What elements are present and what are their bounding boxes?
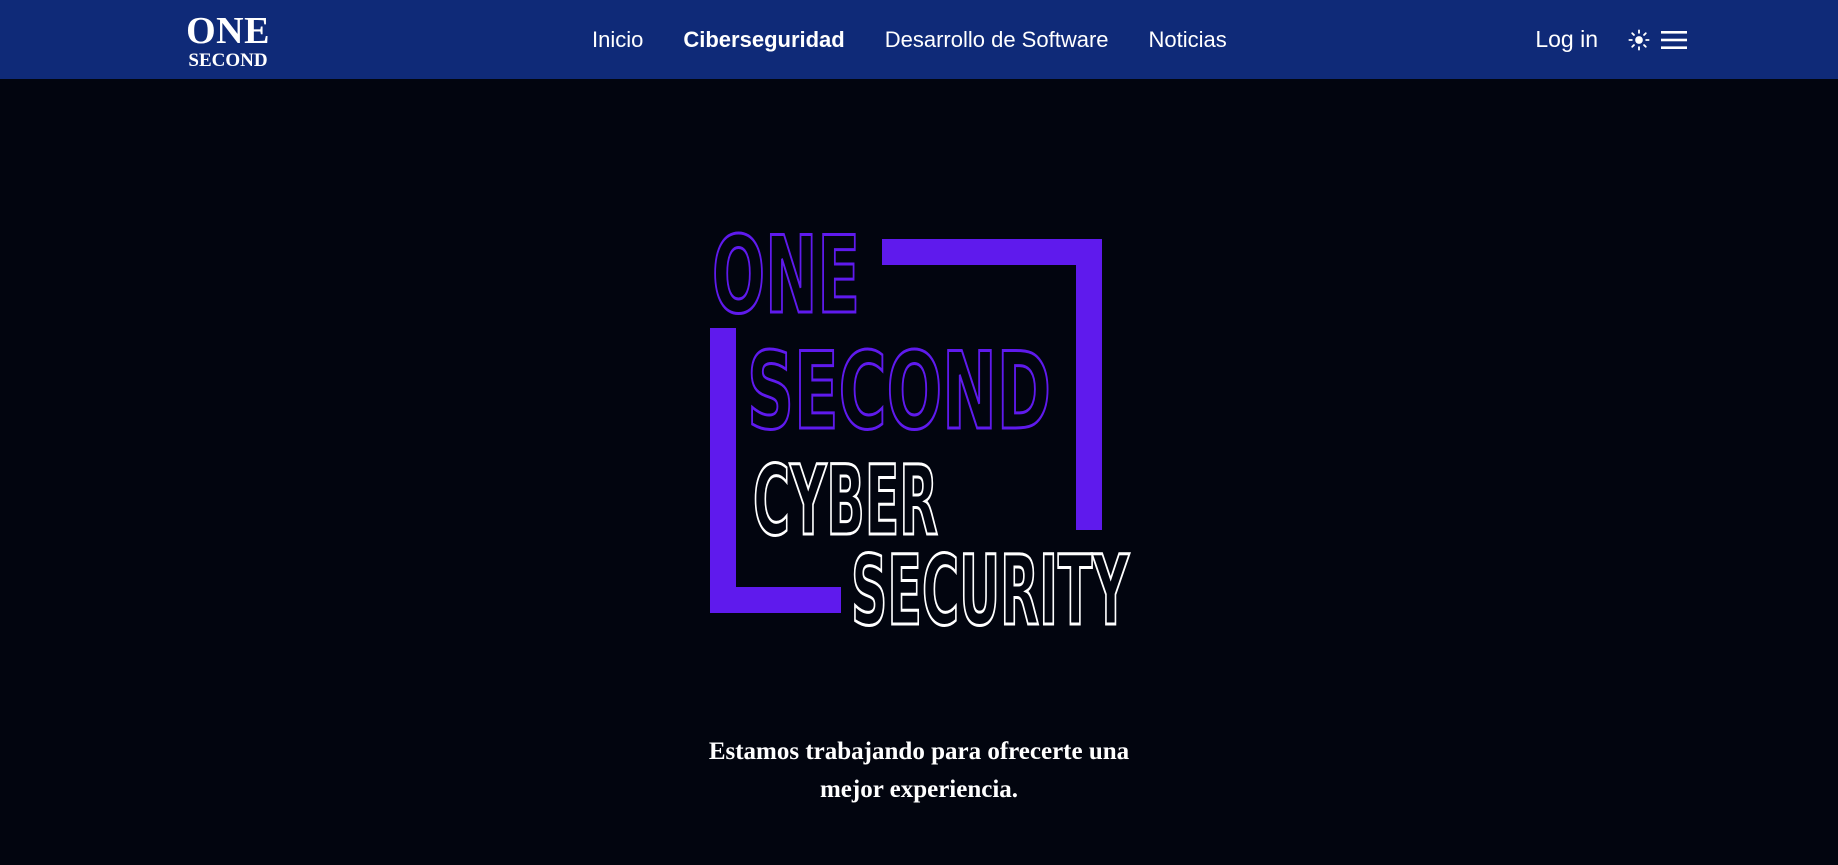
theme-toggle-button[interactable] (1628, 28, 1650, 51)
main-nav: Inicio Ciberseguridad Desarrollo de Soft… (592, 0, 1267, 79)
hero-message-line1: Estamos trabajando para ofrecerte una (708, 738, 1130, 765)
cyber-security-logo-graphic: ONE SECOND CYBER SECURITY (710, 213, 1131, 640)
cyber-security-logo: ONE SECOND CYBER SECURITY (700, 200, 1140, 640)
nav-actions: Log in (1535, 0, 1688, 79)
login-link[interactable]: Log in (1535, 26, 1598, 53)
nav-link-noticias[interactable]: Noticias (1149, 27, 1227, 53)
brand-logo[interactable]: ONE SECOND (180, 12, 276, 70)
nav-link-ciberseguridad[interactable]: Ciberseguridad (683, 27, 844, 53)
sun-icon (1628, 28, 1650, 51)
top-navbar: ONE SECOND Inicio Ciberseguridad Desarro… (0, 0, 1838, 79)
nav-link-desarrollo-de-software[interactable]: Desarrollo de Software (885, 27, 1109, 53)
nav-link-inicio[interactable]: Inicio (592, 27, 643, 53)
hero-message-line2: mejor experiencia. (819, 776, 1019, 803)
logo-text-second: SECOND (747, 330, 1051, 453)
brand-logo-line2: SECOND (188, 50, 268, 71)
hamburger-menu-icon (1661, 30, 1687, 49)
menu-button[interactable] (1660, 29, 1688, 51)
brand-logo-line1: ONE (186, 10, 270, 52)
logo-text-security: SECURITY (851, 535, 1130, 640)
hero-message: Estamos trabajando para ofrecerte una me… (619, 733, 1219, 809)
logo-text-one: ONE (712, 214, 860, 337)
